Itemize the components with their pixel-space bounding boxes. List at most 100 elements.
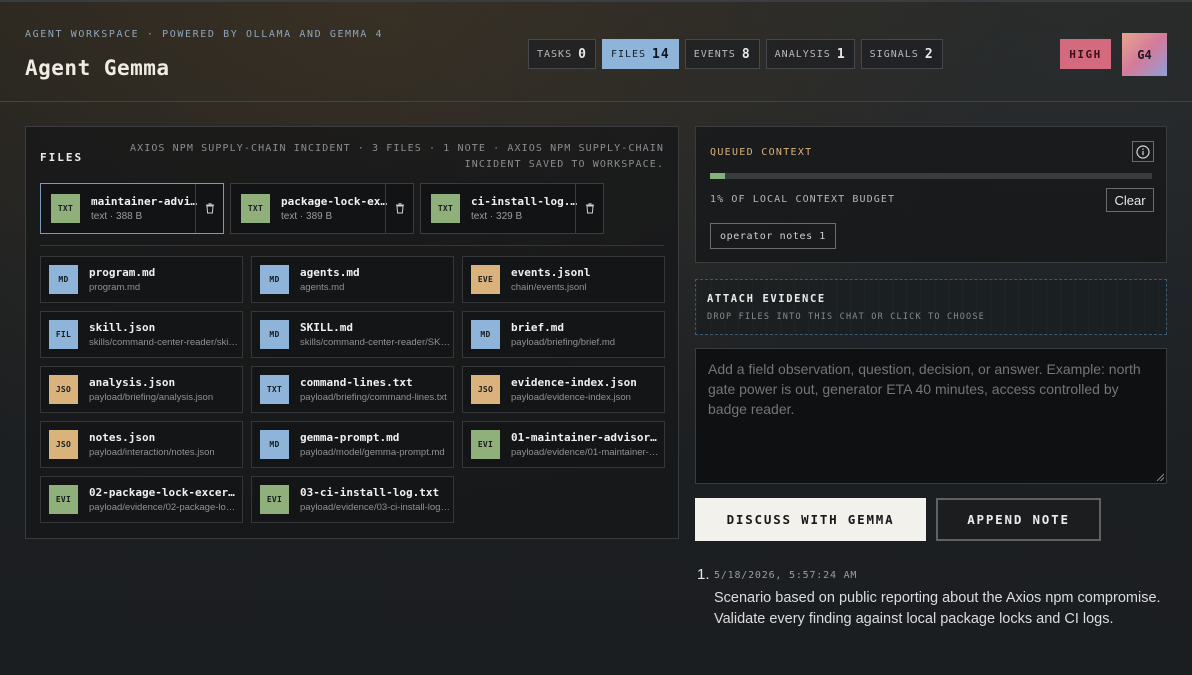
file-path: chain/events.jsonl: [511, 282, 587, 293]
file-path: skills/command-center-reader/skill.json: [89, 337, 239, 348]
file-name: 02-package-lock-excerpt.txt: [89, 486, 239, 499]
file-name: gemma-prompt.md: [300, 431, 400, 444]
file-card-agents-md[interactable]: MD agents.md agents.md: [251, 256, 454, 303]
file-type-badge: MD: [260, 265, 289, 294]
file-info: evidence-index.json payload/evidence-inde…: [511, 376, 661, 403]
tab-label: FILES: [610, 48, 647, 60]
attach-title: ATTACH EVIDENCE: [707, 293, 826, 305]
file-grid: MD program.md program.md MD agents.md agents.…: [40, 256, 665, 523]
file-type-badge: EVI: [49, 485, 78, 514]
file-info: 01-maintainer-advisory.txt payload/eviden…: [511, 431, 661, 458]
tab-label: TASKS: [537, 48, 573, 60]
queued-context-panel: QUEUED CONTEXT 1% OF LOCAL CONTEXT BUDGE…: [695, 126, 1167, 263]
discuss-with-gemma-button[interactable]: DISCUSS WITH GEMMA: [695, 498, 926, 541]
file-path: payload/interaction/notes.json: [89, 447, 215, 458]
queued-context-label: QUEUED CONTEXT: [710, 147, 813, 158]
priority-badge[interactable]: HIGH: [1060, 39, 1111, 69]
resize-grip-icon[interactable]: [1156, 473, 1164, 481]
file-type-badge: FIL: [49, 320, 78, 349]
file-name: ci-install-log.txt: [471, 195, 577, 208]
file-name: maintainer-advisory.txt: [91, 195, 197, 208]
file-name: evidence-index.json: [511, 376, 637, 389]
file-card-02-package-lock-excerpt-txt[interactable]: EVI 02-package-lock-excerpt.txt payload/ev…: [40, 476, 243, 523]
info-icon: [1136, 144, 1150, 159]
trash-icon: [395, 203, 404, 214]
file-card-gemma-prompt-md[interactable]: MD gemma-prompt.md payload/model/gemma-pro…: [251, 421, 454, 468]
attached-files: TXTmaintainer-advisory.txttext · 388 BTX…: [40, 183, 604, 234]
remove-file-button[interactable]: [195, 184, 223, 233]
attach-evidence-dropzone[interactable]: ATTACH EVIDENCE DROP FILES INTO THIS CHA…: [695, 279, 1167, 335]
remove-file-button[interactable]: [575, 184, 603, 233]
file-card-skill-json[interactable]: FIL skill.json skills/command-center-reade…: [40, 311, 243, 358]
note-input[interactable]: [695, 348, 1167, 484]
file-type-badge: TXT: [260, 375, 289, 404]
file-card-03-ci-install-log-txt[interactable]: EVI 03-ci-install-log.txt payload/evidence…: [251, 476, 454, 523]
files-heading: FILES: [40, 151, 84, 164]
files-panel: FILES AXIOS NPM SUPPLY-CHAIN INCIDENT · …: [25, 126, 679, 539]
file-card-01-maintainer-advisory-txt[interactable]: EVI 01-maintainer-advisory.txt payload/evi…: [462, 421, 665, 468]
tab-tasks[interactable]: TASKS 0: [528, 39, 596, 69]
file-card-program-md[interactable]: MD program.md program.md: [40, 256, 243, 303]
files-meta: AXIOS NPM SUPPLY-CHAIN INCIDENT · 3 FILE…: [129, 143, 664, 170]
operator-notes-chip[interactable]: operator notes 1: [710, 223, 836, 249]
file-size: text · 388 B: [91, 211, 143, 222]
file-type-badge: TXT: [241, 194, 270, 223]
header: AGENT WORKSPACE · POWERED BY OLLAMA AND …: [0, 2, 1192, 102]
file-info: program.md program.md: [89, 266, 239, 293]
attached-file-ci-install-log-txt[interactable]: TXT ci-install-log.txt text · 329 B: [420, 183, 604, 234]
avatar[interactable]: G4: [1122, 33, 1167, 76]
file-info: package-lock-excerpt.txt text · 389 B: [281, 195, 387, 222]
append-note-button[interactable]: APPEND NOTE: [936, 498, 1101, 541]
context-budget-label: 1% OF LOCAL CONTEXT BUDGET: [710, 194, 896, 205]
attached-file-package-lock-excerpt-txt[interactable]: TXT package-lock-excerpt.txt text · 389 B: [230, 183, 414, 234]
file-info: 02-package-lock-excerpt.txt payload/evide…: [89, 486, 239, 513]
file-card-skill-md[interactable]: MD SKILL.md skills/command-center-reader/S…: [251, 311, 454, 358]
file-type-badge: JSO: [49, 375, 78, 404]
tab-count: 8: [741, 46, 751, 62]
log-entry-text: Scenario based on public reporting about…: [714, 590, 1161, 627]
attached-file-maintainer-advisory-txt[interactable]: TXT maintainer-advisory.txt text · 388 B: [40, 183, 224, 234]
file-card-events-jsonl[interactable]: EVE events.jsonl chain/events.jsonl: [462, 256, 665, 303]
context-budget-bar: [710, 173, 1152, 179]
file-info: agents.md agents.md: [300, 266, 450, 293]
file-card-evidence-index-json[interactable]: JSO evidence-index.json payload/evidence-i…: [462, 366, 665, 413]
file-type-badge: JSO: [49, 430, 78, 459]
file-type-badge: EVI: [260, 485, 289, 514]
file-name: brief.md: [511, 321, 564, 334]
file-type-badge: TXT: [51, 194, 80, 223]
file-path: skills/command-center-reader/SKILL.md: [300, 337, 450, 348]
tab-files[interactable]: FILES 14: [601, 39, 679, 69]
tab-analysis[interactable]: ANALYSIS 1: [765, 39, 855, 69]
file-type-badge: MD: [260, 430, 289, 459]
file-size: text · 329 B: [471, 211, 523, 222]
file-info: events.jsonl chain/events.jsonl: [511, 266, 661, 293]
file-type-badge: EVI: [471, 430, 500, 459]
info-button[interactable]: [1132, 141, 1154, 162]
clear-button[interactable]: Clear: [1106, 188, 1154, 212]
file-path: payload/briefing/command-lines.txt: [300, 392, 447, 403]
file-card-brief-md[interactable]: MD brief.md payload/briefing/brief.md: [462, 311, 665, 358]
file-path: payload/evidence-index.json: [511, 392, 631, 403]
file-card-notes-json[interactable]: JSO notes.json payload/interaction/notes.j…: [40, 421, 243, 468]
file-type-badge: EVE: [471, 265, 500, 294]
tab-count: 14: [652, 46, 670, 62]
file-info: maintainer-advisory.txt text · 388 B: [91, 195, 197, 222]
trash-icon: [205, 203, 214, 214]
file-name: SKILL.md: [300, 321, 353, 334]
tab-label: ANALYSIS: [774, 48, 831, 60]
tab-bar: TASKS 0 FILES 14 EVENTS 8 ANALYSIS 1 SIGNALS…: [528, 39, 943, 69]
file-name: agents.md: [300, 266, 360, 279]
tab-events[interactable]: EVENTS 8: [684, 39, 760, 69]
tab-signals[interactable]: SIGNALS 2: [860, 39, 943, 69]
file-info: analysis.json payload/briefing/analysis.j…: [89, 376, 239, 403]
file-name: skill.json: [89, 321, 156, 334]
file-path: agents.md: [300, 282, 345, 293]
tab-count: 2: [924, 46, 934, 62]
file-info: brief.md payload/briefing/brief.md: [511, 321, 661, 348]
file-info: skill.json skills/command-center-reader/s…: [89, 321, 239, 348]
file-path: payload/briefing/analysis.json: [89, 392, 214, 403]
remove-file-button[interactable]: [385, 184, 413, 233]
file-card-analysis-json[interactable]: JSO analysis.json payload/briefing/analysi…: [40, 366, 243, 413]
file-card-command-lines-txt[interactable]: TXT command-lines.txt payload/briefing/com…: [251, 366, 454, 413]
tab-count: 1: [836, 46, 846, 62]
